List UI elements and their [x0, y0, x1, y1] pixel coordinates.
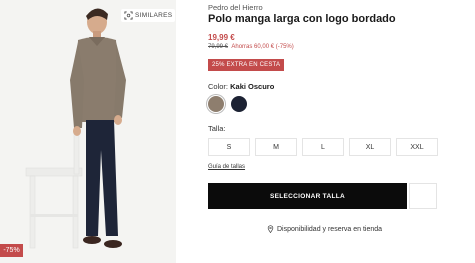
model-illustration: [0, 0, 176, 263]
color-label-row: Color: Kaki Oscuro: [208, 82, 274, 91]
brand-name: Pedro del Hierro: [208, 3, 263, 12]
location-pin-icon: [267, 225, 274, 233]
size-option-m[interactable]: M: [255, 138, 297, 156]
product-photo[interactable]: SIMILARES -75%: [0, 0, 176, 263]
current-price: 19,99 €: [208, 33, 235, 42]
scan-icon: [124, 11, 133, 20]
product-title: Polo manga larga con logo bordado: [208, 13, 396, 25]
discount-badge: -75%: [0, 244, 23, 257]
favorite-button[interactable]: [409, 183, 437, 209]
size-option-xxl[interactable]: XXL: [396, 138, 438, 156]
old-price: 79,99 €: [208, 44, 229, 50]
selected-color: Kaki Oscuro: [230, 82, 275, 91]
select-size-button[interactable]: SELECCIONAR TALLA: [208, 183, 407, 209]
size-option-s[interactable]: S: [208, 138, 250, 156]
savings-text: Ahorras 60,00 € (-75%): [231, 44, 294, 50]
color-swatch-navy[interactable]: [231, 96, 247, 112]
color-swatch-kaki[interactable]: [208, 96, 224, 112]
price-savings-row: 79,99 € Ahorras 60,00 € (-75%): [208, 44, 294, 50]
size-guide-link[interactable]: Guía de tallas: [208, 164, 245, 170]
size-selector: S M L XL XXL: [208, 138, 438, 156]
size-option-xl[interactable]: XL: [349, 138, 391, 156]
promo-badge: 25% EXTRA EN CESTA: [208, 59, 285, 71]
store-availability-text: Disponibilidad y reserva en tienda: [277, 225, 383, 233]
similar-label: SIMILARES: [135, 12, 173, 19]
size-label: Talla:: [208, 124, 226, 133]
color-label: Color:: [208, 82, 229, 91]
similar-products-button[interactable]: SIMILARES: [121, 9, 176, 22]
store-availability-link[interactable]: Disponibilidad y reserva en tienda: [267, 225, 382, 233]
size-option-l[interactable]: L: [302, 138, 344, 156]
